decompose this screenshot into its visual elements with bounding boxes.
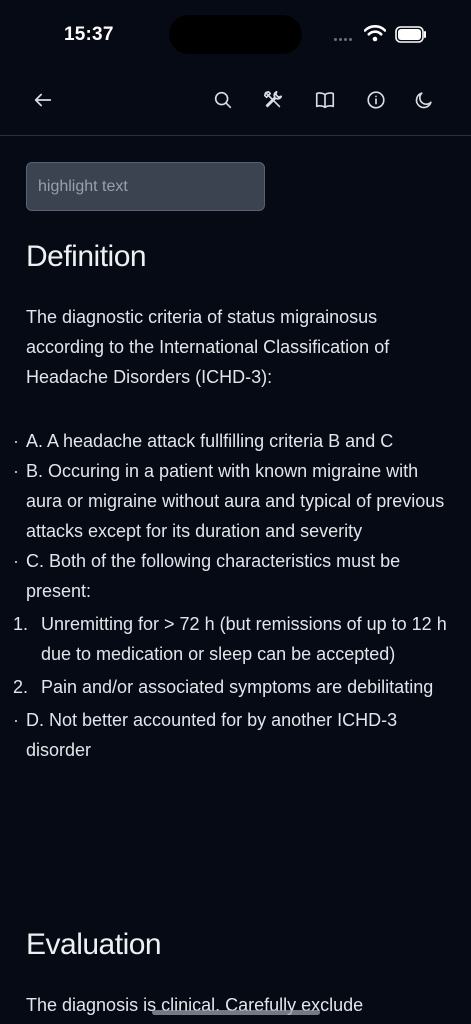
numbered-item: 1. Unremitting for > 72 h (but remissions… [13, 614, 447, 664]
battery-icon [395, 26, 426, 43]
arrow-left-icon[interactable] [30, 87, 56, 113]
moon-icon[interactable] [411, 87, 437, 113]
search-icon[interactable] [210, 87, 236, 113]
info-icon[interactable] [363, 87, 389, 113]
book-open-icon[interactable] [312, 87, 338, 113]
tools-icon[interactable] [260, 87, 286, 113]
dynamic-island [169, 15, 302, 54]
definition-intro: The diagnostic criteria of status migrai… [26, 307, 390, 387]
evaluation-heading: Evaluation [26, 928, 162, 961]
top-toolbar [0, 76, 471, 136]
list-item: · C. Both of the following characteristic… [13, 551, 401, 601]
wifi-icon [364, 25, 386, 42]
home-indicator[interactable] [152, 1010, 320, 1015]
cellular-signal-icon [334, 38, 352, 41]
list-item: · D. Not better accounted for by another … [13, 710, 398, 760]
status-bar: 15:37 [0, 0, 471, 70]
status-time: 15:37 [64, 24, 114, 45]
list-item: · A. A headache attack fullfilling criter… [13, 431, 394, 451]
article-content[interactable]: Definition The diagnostic criteria of st… [0, 136, 471, 1024]
criteria-list: · A. A headache attack fullfilling criter… [0, 426, 471, 765]
highlight-text-input[interactable] [26, 162, 265, 211]
definition-heading: Definition [26, 240, 147, 273]
list-item: · B. Occuring in a patient with known mig… [13, 461, 445, 541]
numbered-item: 2. Pain and/or associated symptoms are de… [13, 677, 434, 697]
evaluation-intro: The diagnosis is clinical. Carefully exc… [26, 995, 364, 1015]
